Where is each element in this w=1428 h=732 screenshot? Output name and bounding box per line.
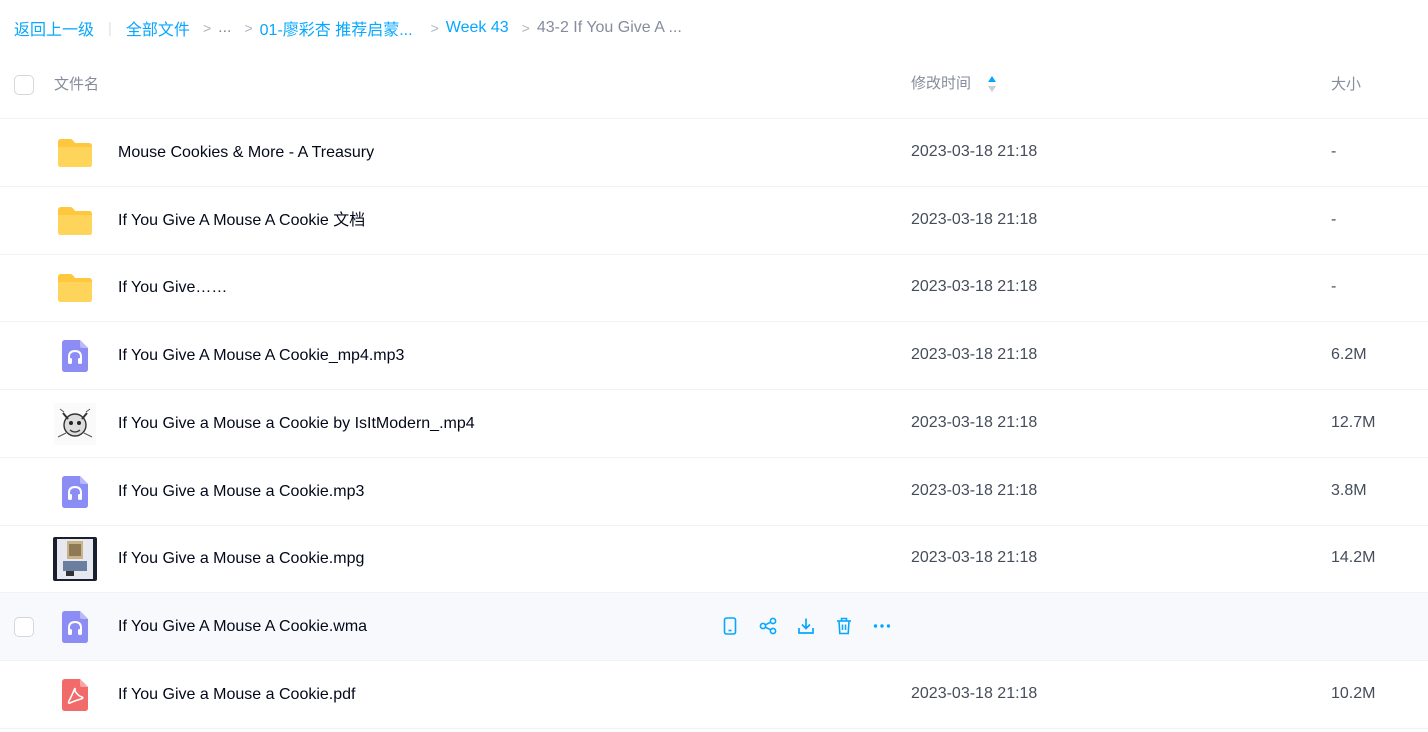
file-name[interactable]: If You Give A Mouse A Cookie 文档	[118, 187, 365, 254]
column-header-name[interactable]: 文件名	[54, 50, 99, 118]
table-row[interactable]: If You Give A Mouse A Cookie 文档 2023-03-1…	[0, 187, 1428, 255]
breadcrumb-separator: >	[202, 20, 212, 36]
file-modified-time: 2023-03-18 21:18	[911, 481, 1038, 499]
breadcrumb-separator: >	[521, 20, 530, 36]
breadcrumb-folder-2[interactable]: Week 43	[446, 19, 509, 37]
audio-file-icon	[52, 470, 98, 514]
file-name[interactable]: If You Give a Mouse a Cookie.mpg	[118, 525, 364, 592]
file-size: 10.2M	[1331, 684, 1376, 702]
folder-icon	[52, 131, 98, 175]
phone-icon[interactable]	[719, 615, 741, 637]
audio-file-icon	[52, 334, 98, 378]
file-size: 12.7M	[1331, 413, 1376, 431]
file-size: -	[1331, 210, 1337, 228]
file-size: 3.8M	[1331, 481, 1367, 499]
share-icon[interactable]	[757, 615, 779, 637]
pdf-file-icon	[52, 673, 98, 717]
file-name[interactable]: If You Give a Mouse a Cookie.mp3	[118, 458, 364, 525]
row-checkbox[interactable]	[14, 616, 34, 637]
file-modified-time: 2023-03-18 21:18	[911, 549, 1038, 567]
breadcrumb-separator: >	[430, 20, 439, 36]
file-modified-time: 2023-03-18 21:18	[911, 210, 1038, 228]
trash-icon[interactable]	[833, 615, 855, 637]
sort-icon[interactable]	[987, 75, 997, 93]
file-size: -	[1331, 143, 1337, 160]
audio-file-icon	[52, 605, 98, 649]
file-name[interactable]: Mouse Cookies & More - A Treasury	[118, 119, 374, 186]
table-row[interactable]: If You Give a Mouse a Cookie by IsItMode…	[0, 390, 1428, 458]
file-modified-time: 2023-03-18 21:18	[911, 413, 1038, 431]
file-size: -	[1331, 278, 1337, 296]
column-header-modified[interactable]: 修改时间	[911, 50, 971, 118]
table-header: 文件名 修改时间 大小	[0, 50, 1428, 119]
table-row[interactable]: If You Give A Mouse A Cookie.wma	[0, 592, 1428, 661]
file-size: 6.2M	[1331, 346, 1367, 364]
breadcrumb-divider: |	[108, 19, 112, 37]
folder-icon	[52, 199, 98, 243]
file-modified-time: 2023-03-18 21:18	[911, 346, 1038, 364]
table-row[interactable]: Mouse Cookies & More - A Treasury 2023-03…	[0, 119, 1428, 187]
table-row[interactable]: If You Give…… 2023-03-18 21:18 -	[0, 254, 1428, 323]
breadcrumb-current: 43-2 If You Give A ...	[536, 19, 682, 36]
file-modified-time: 2023-03-18 21:18	[911, 143, 1038, 160]
table-row[interactable]: If You Give a Mouse a Cookie.pdf 2023-03-…	[0, 661, 1428, 729]
file-name[interactable]: If You Give A Mouse A Cookie_mp4.mp3	[118, 322, 404, 389]
table-row[interactable]: If You Give A Mouse A Cookie_mp4.mp3 2023…	[0, 322, 1428, 391]
breadcrumb-separator: >	[244, 20, 253, 36]
select-all-checkbox[interactable]	[14, 75, 34, 95]
video-thumbnail	[52, 402, 98, 446]
breadcrumb-all-files[interactable]: 全部文件	[126, 16, 190, 40]
column-header-size[interactable]: 大小	[1331, 50, 1361, 118]
row-actions	[719, 615, 909, 637]
file-name[interactable]: If You Give A Mouse A Cookie.wma	[118, 593, 367, 660]
file-size: 14.2M	[1331, 549, 1376, 567]
breadcrumb-ellipsis[interactable]: ...	[218, 19, 231, 37]
more-icon[interactable]	[871, 615, 893, 637]
folder-icon	[52, 266, 98, 310]
file-name[interactable]: If You Give……	[118, 254, 227, 321]
file-modified-time: 2023-03-18 21:18	[911, 278, 1038, 296]
file-name[interactable]: If You Give a Mouse a Cookie.pdf	[118, 661, 355, 728]
back-link[interactable]: 返回上一级	[14, 16, 94, 40]
file-modified-time: 2023-03-18 21:18	[911, 684, 1038, 702]
file-name[interactable]: If You Give a Mouse a Cookie by IsItMode…	[118, 390, 475, 457]
table-row[interactable]: If You Give a Mouse a Cookie.mpg 2023-03-…	[0, 525, 1428, 594]
download-icon[interactable]	[795, 615, 817, 637]
video-thumbnail	[52, 537, 98, 582]
table-row[interactable]: If You Give a Mouse a Cookie.mp3 2023-03-…	[0, 458, 1428, 526]
breadcrumb-folder-1[interactable]: 01-廖彩杏 推荐启蒙...	[260, 16, 413, 40]
breadcrumb: 返回上一级 | 全部文件 > ... > 01-廖彩杏 推荐启蒙... > We…	[14, 17, 682, 39]
